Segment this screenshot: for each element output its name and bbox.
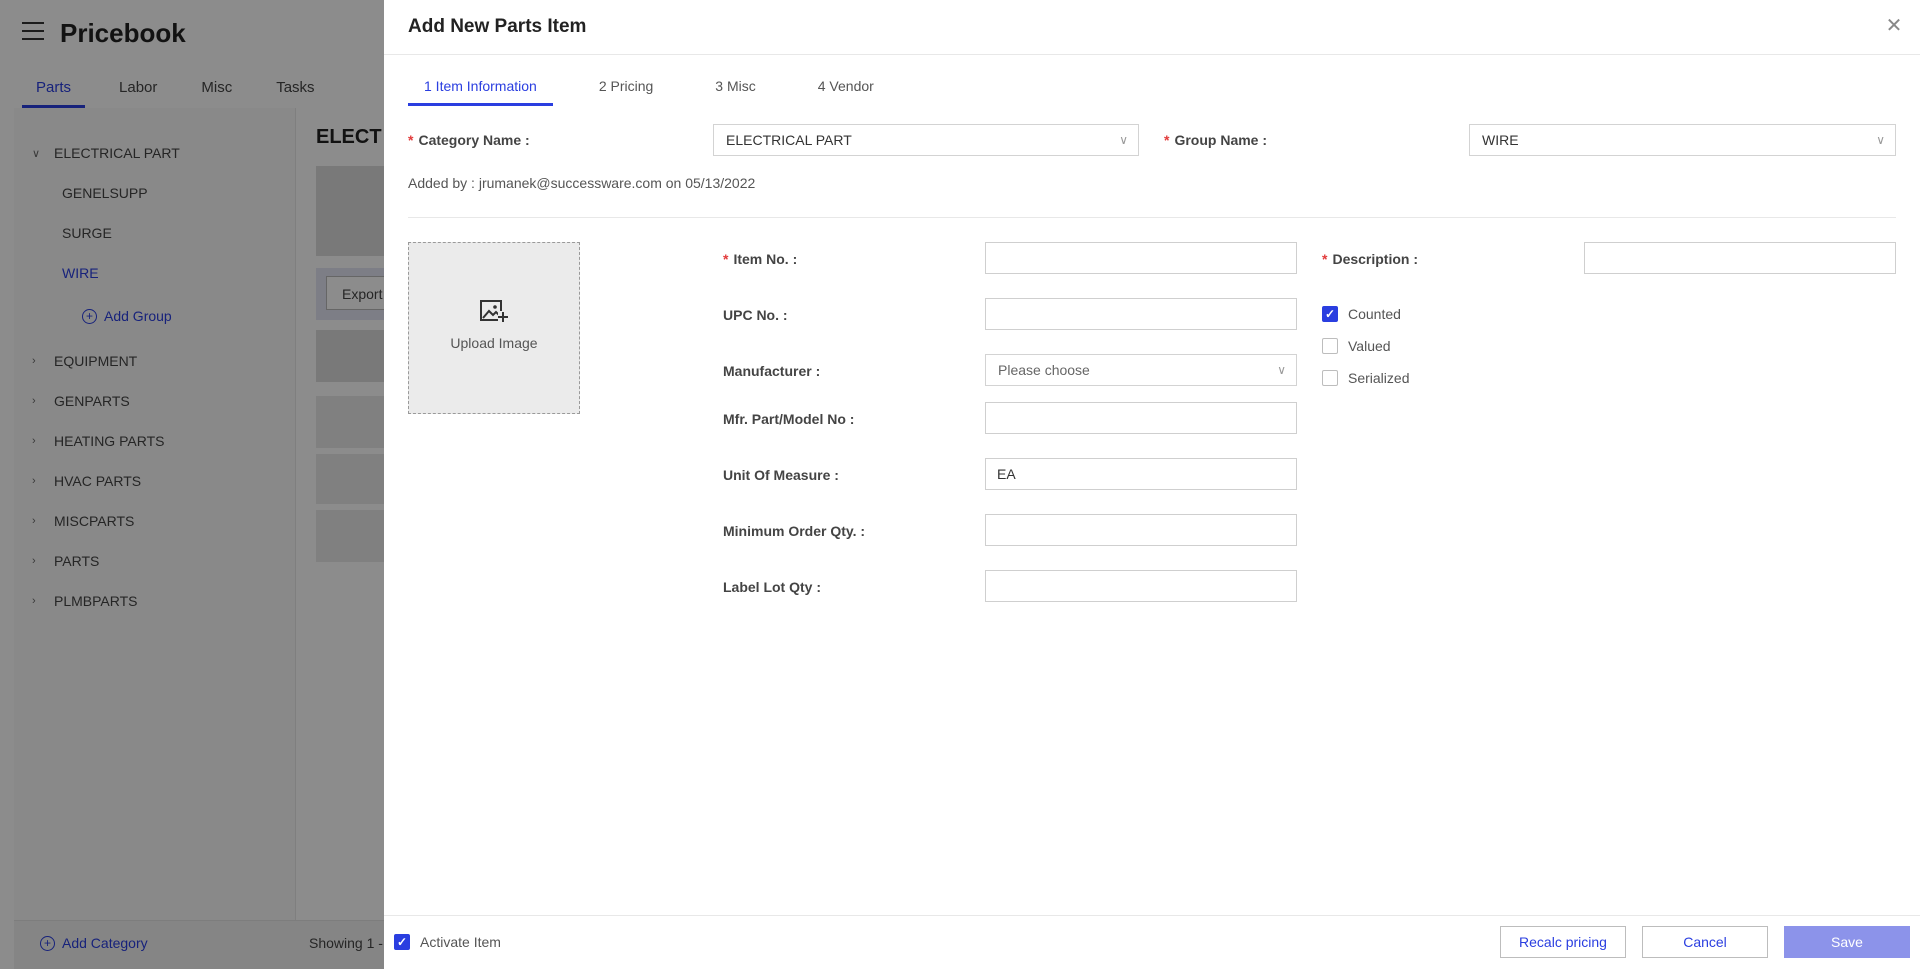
checkbox-empty-icon [1322, 338, 1338, 354]
description-label: * Description : [1322, 251, 1419, 267]
counted-checkbox[interactable]: ✓ Counted [1322, 306, 1401, 322]
tab-vendor[interactable]: 4 Vendor [802, 78, 890, 106]
mfr-part-input[interactable] [985, 402, 1297, 434]
checkbox-empty-icon [1322, 370, 1338, 386]
min-order-qty-label: Minimum Order Qty. : [723, 523, 866, 539]
checkmark-icon: ✓ [1322, 306, 1338, 322]
category-name-select[interactable]: ELECTRICAL PART ∨ [713, 124, 1139, 156]
category-name-value: ELECTRICAL PART [726, 132, 852, 148]
upc-no-label: UPC No. : [723, 307, 788, 323]
valued-checkbox[interactable]: Valued [1322, 338, 1391, 354]
manufacturer-label: Manufacturer : [723, 363, 821, 379]
tab-pricing[interactable]: 2 Pricing [583, 78, 669, 106]
divider [384, 54, 1920, 55]
add-parts-item-drawer: Add New Parts Item ✕ 1 Item Information … [384, 0, 1920, 969]
recalc-pricing-button[interactable]: Recalc pricing [1500, 926, 1626, 958]
chevron-down-icon: ∨ [1119, 133, 1128, 147]
checkmark-icon: ✓ [394, 934, 410, 950]
added-by-info: Added by : jrumanek@successware.com on 0… [408, 175, 756, 191]
counted-label: Counted [1348, 306, 1401, 322]
serialized-checkbox[interactable]: Serialized [1322, 370, 1409, 386]
group-name-label: * Group Name : [1164, 132, 1268, 148]
item-no-input[interactable] [985, 242, 1297, 274]
required-marker: * [723, 251, 729, 267]
valued-label: Valued [1348, 338, 1391, 354]
divider [384, 915, 1920, 916]
description-input[interactable] [1584, 242, 1896, 274]
serialized-label: Serialized [1348, 370, 1410, 386]
label-lot-qty-label: Label Lot Qty : [723, 579, 822, 595]
required-marker: * [1164, 132, 1170, 148]
chevron-down-icon: ∨ [1876, 133, 1885, 147]
tab-misc[interactable]: 3 Misc [699, 78, 771, 106]
divider [408, 217, 1896, 218]
label-lot-qty-input[interactable] [985, 570, 1297, 602]
tab-item-information[interactable]: 1 Item Information [408, 78, 553, 106]
unit-of-measure-input[interactable] [985, 458, 1297, 490]
group-name-select[interactable]: WIRE ∨ [1469, 124, 1896, 156]
close-icon[interactable]: ✕ [1882, 14, 1906, 38]
mfr-part-label: Mfr. Part/Model No : [723, 411, 855, 427]
image-add-icon [480, 300, 508, 322]
required-marker: * [408, 132, 414, 148]
cancel-button[interactable]: Cancel [1642, 926, 1768, 958]
item-no-label: * Item No. : [723, 251, 798, 267]
upload-image-label: Upload Image [450, 335, 538, 351]
upc-no-input[interactable] [985, 298, 1297, 330]
group-name-value: WIRE [1482, 132, 1519, 148]
save-button[interactable]: Save [1784, 926, 1910, 958]
category-name-label: * Category Name : [408, 132, 530, 148]
required-marker: * [1322, 251, 1328, 267]
manufacturer-placeholder: Please choose [998, 362, 1090, 378]
activate-item-label: Activate Item [420, 934, 501, 950]
activate-item-checkbox[interactable]: ✓ Activate Item [394, 934, 501, 950]
chevron-down-icon: ∨ [1277, 363, 1286, 377]
step-tabs: 1 Item Information 2 Pricing 3 Misc 4 Ve… [408, 78, 920, 106]
drawer-title: Add New Parts Item [408, 16, 587, 37]
unit-of-measure-label: Unit Of Measure : [723, 467, 839, 483]
min-order-qty-input[interactable] [985, 514, 1297, 546]
manufacturer-select[interactable]: Please choose ∨ [985, 354, 1297, 386]
upload-image-button[interactable]: Upload Image [408, 242, 580, 414]
